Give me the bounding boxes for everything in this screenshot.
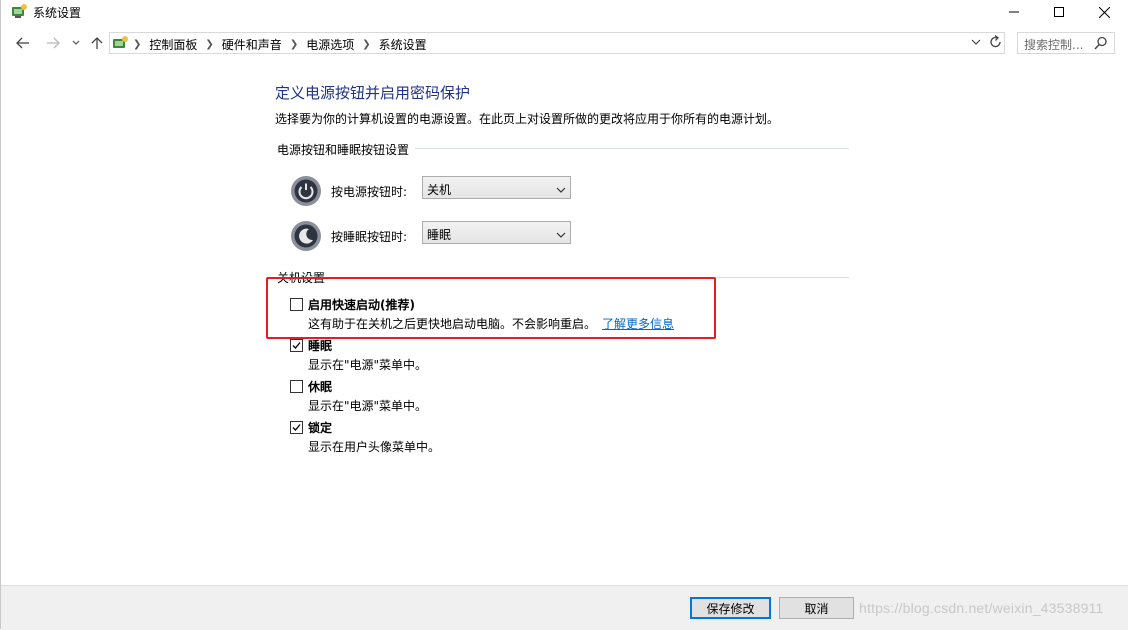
minimize-button[interactable] (991, 0, 1037, 24)
footer-bar: 保存修改 取消 https://blog.csdn.net/weixin_435… (1, 585, 1128, 630)
back-arrow-icon[interactable] (13, 30, 33, 56)
navigation-bar: ❯ 控制面板 ❯ 硬件和声音 ❯ 电源选项 ❯ 系统设置 搜索控制... (1, 30, 1128, 56)
recent-locations-chevron-icon[interactable] (69, 30, 83, 56)
chevron-right-icon[interactable]: ❯ (362, 39, 370, 50)
chevron-down-icon (556, 228, 566, 242)
window-title: 系统设置 (33, 6, 82, 20)
power-button-action-select[interactable]: 关机 (422, 176, 571, 199)
chevron-right-icon[interactable]: ❯ (205, 39, 213, 50)
power-button-label: 按电源按钮时: (331, 185, 408, 199)
hibernate-description: 显示在"电源"菜单中。 (308, 399, 428, 413)
sleep-label[interactable]: 睡眠 (308, 337, 332, 354)
chevron-right-icon[interactable]: ❯ (290, 39, 298, 50)
sleep-button-icon (291, 221, 321, 251)
power-button-setting: 按电源按钮时: 关机 (290, 175, 571, 207)
system-settings-window: 系统设置 ❯ 控制面板 ❯ 硬件和声音 ❯ 电源选项 ❯ 系统设置 搜索控制..… (0, 0, 1128, 630)
power-options-app-icon (11, 3, 27, 19)
page-description: 选择要为你的计算机设置的电源设置。在此页上对设置所做的更改将应用于你所有的电源计… (275, 112, 780, 126)
lock-label[interactable]: 锁定 (308, 419, 332, 436)
forward-arrow-icon[interactable] (43, 30, 63, 56)
maximize-button[interactable] (1036, 0, 1082, 24)
power-buttons-group-header: 电源按钮和睡眠按钮设置 (277, 141, 416, 158)
chevron-down-icon (556, 183, 566, 197)
breadcrumb-item[interactable]: 硬件和声音 (222, 36, 282, 53)
search-input[interactable]: 搜索控制... (1017, 32, 1115, 54)
sleep-description: 显示在"电源"菜单中。 (308, 358, 428, 372)
sleep-button-action-select[interactable]: 睡眠 (422, 221, 571, 244)
hibernate-label[interactable]: 休眠 (308, 378, 332, 395)
hibernate-checkbox[interactable] (290, 380, 303, 393)
close-button[interactable] (1081, 0, 1127, 24)
annotation-highlight-box (266, 277, 716, 339)
save-button[interactable]: 保存修改 (690, 597, 771, 619)
lock-description: 显示在用户头像菜单中。 (308, 440, 441, 454)
search-placeholder: 搜索控制... (1024, 38, 1084, 52)
content-area: 定义电源按钮并启用密码保护 选择要为你的计算机设置的电源设置。在此页上对设置所做… (1, 60, 1128, 585)
watermark-text: https://blog.csdn.net/weixin_43538911 (859, 600, 1104, 616)
checkmark-icon (292, 342, 301, 349)
sleep-checkbox[interactable] (290, 339, 303, 352)
search-icon[interactable] (1094, 36, 1108, 53)
chevron-right-icon: ❯ (133, 39, 142, 50)
sleep-button-action-value: 睡眠 (427, 228, 452, 242)
checkmark-icon (292, 424, 301, 431)
breadcrumb-item[interactable]: 系统设置 (379, 36, 427, 53)
address-history-chevron-icon[interactable] (971, 35, 981, 52)
breadcrumb: ❯ 控制面板 ❯ 硬件和声音 ❯ 电源选项 ❯ 系统设置 (133, 36, 427, 53)
control-panel-icon (112, 35, 128, 54)
breadcrumb-item[interactable]: 电源选项 (306, 36, 354, 53)
sleep-button-label: 按睡眠按钮时: (331, 230, 408, 244)
cancel-button[interactable]: 取消 (779, 597, 854, 619)
breadcrumb-item[interactable]: 控制面板 (149, 36, 197, 53)
title-bar: 系统设置 (1, 0, 1128, 24)
power-button-icon (291, 176, 321, 206)
lock-checkbox[interactable] (290, 421, 303, 434)
page-title: 定义电源按钮并启用密码保护 (275, 84, 471, 102)
up-arrow-icon[interactable] (87, 30, 107, 56)
sleep-button-setting: 按睡眠按钮时: 睡眠 (290, 220, 571, 252)
refresh-icon[interactable] (989, 34, 1003, 53)
power-button-action-value: 关机 (427, 183, 452, 197)
